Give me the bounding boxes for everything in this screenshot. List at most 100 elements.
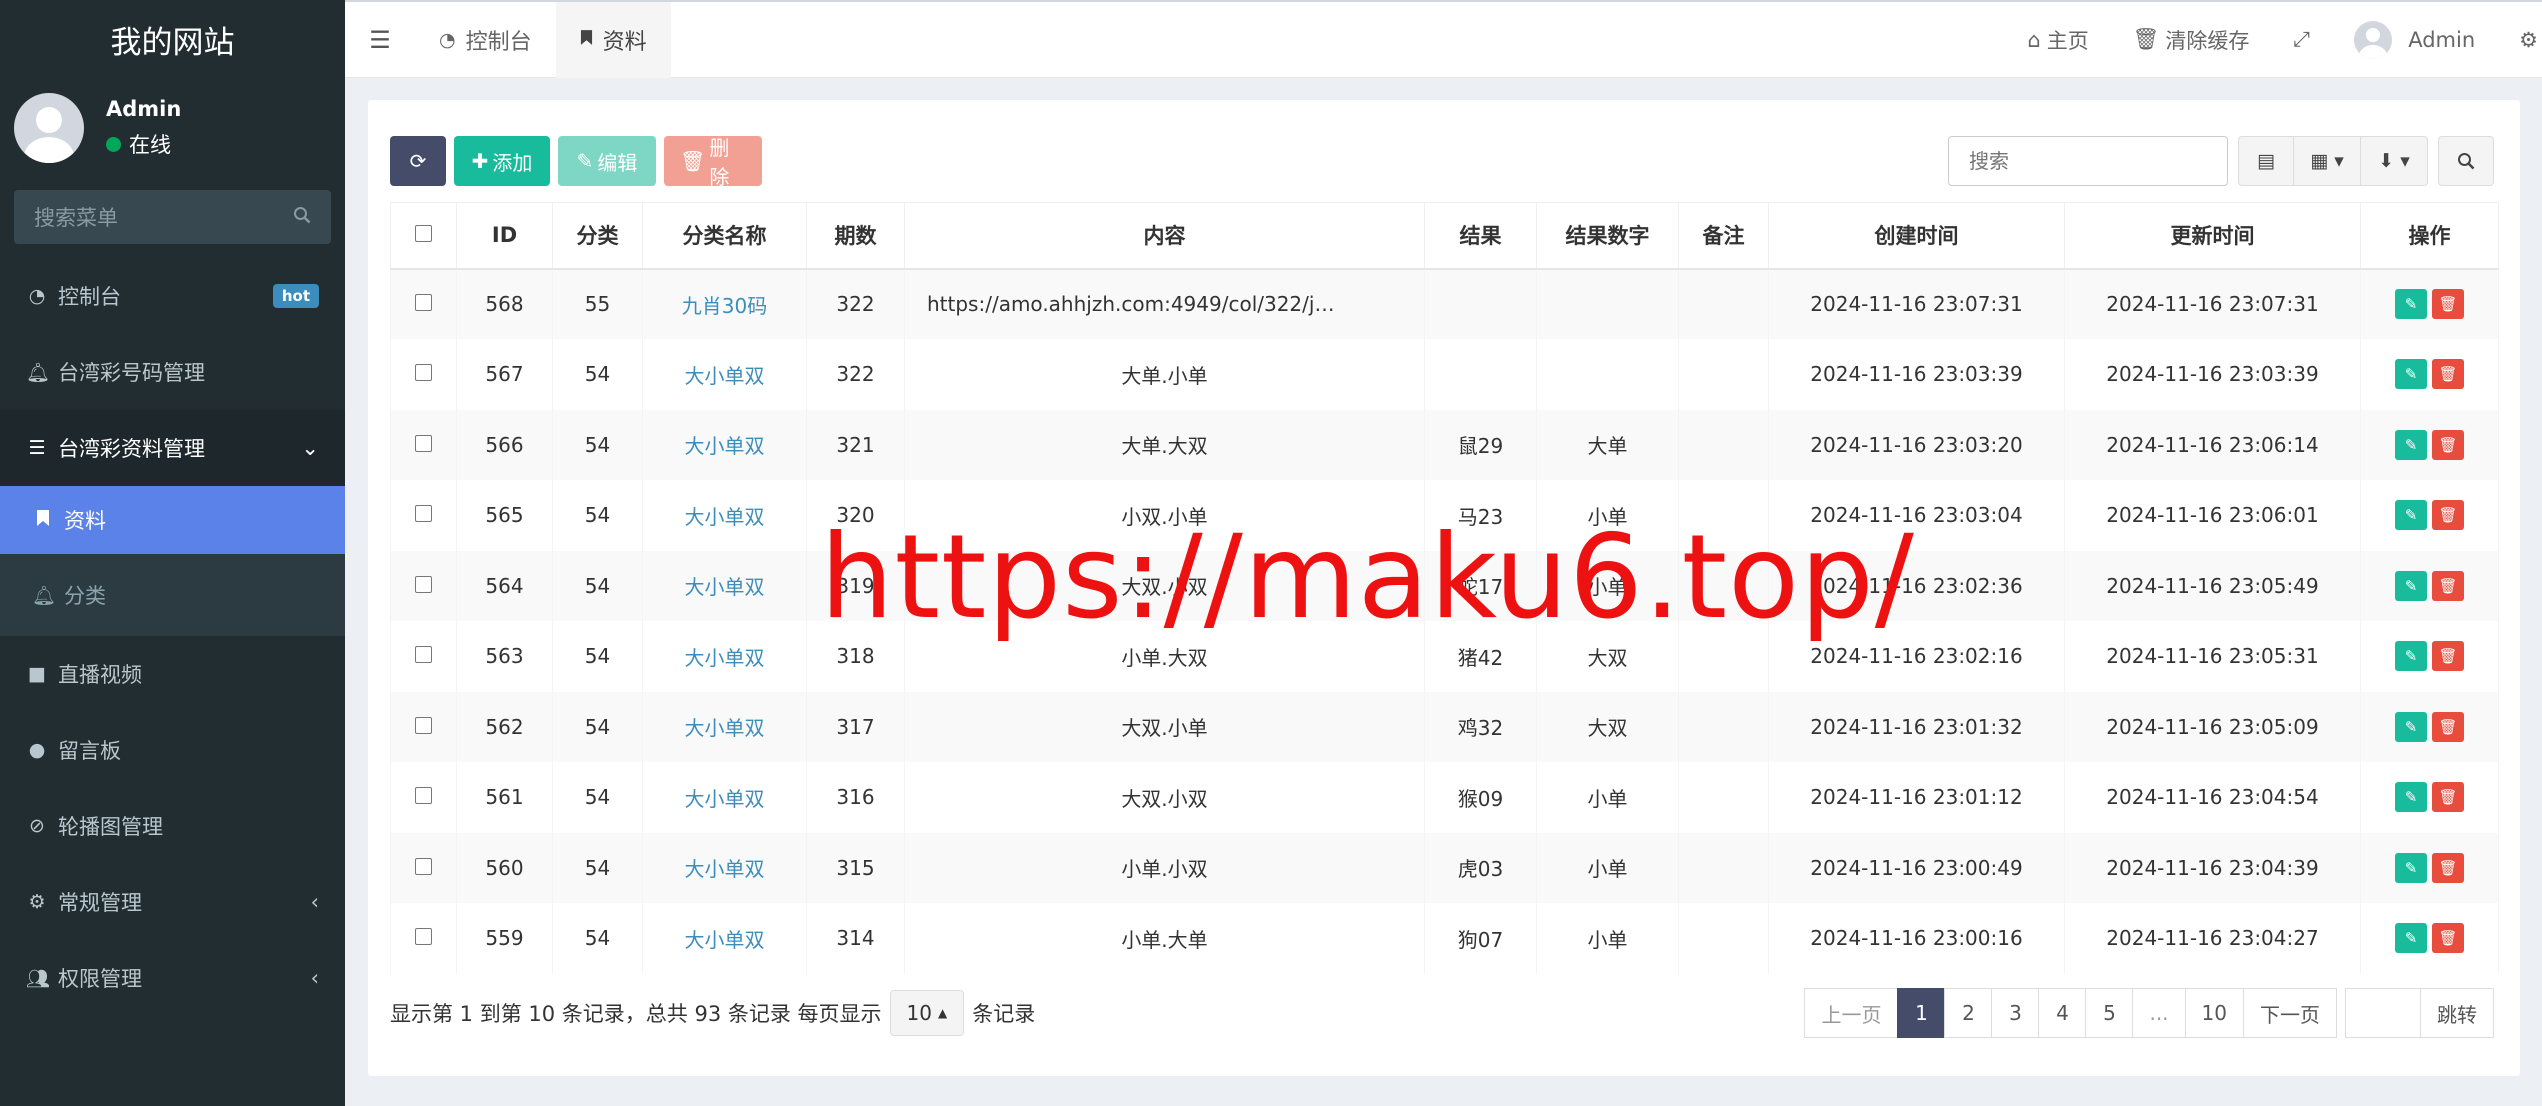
user-menu[interactable]: Admin [2332,20,2497,59]
page-button[interactable]: 2 [1944,988,1993,1038]
col-header[interactable]: 创建时间 [1768,202,2065,270]
next-page-button[interactable]: 下一页 [2243,988,2337,1038]
refresh-button[interactable]: ⟳ [390,136,446,186]
row-select-cell[interactable] [390,409,457,480]
checkbox[interactable] [415,857,432,875]
table-search-input[interactable] [1948,136,2228,186]
table-row[interactable]: 560 54 大小单双 315 小单.小双 虎03 小单 2024-11-16 23:00:4… [390,832,2499,903]
col-header[interactable]: ID [456,202,553,270]
gear-icon[interactable]: ⚙ [2497,28,2542,52]
checkbox[interactable] [415,434,432,452]
table-row[interactable]: 567 54 大小单双 322 大单.小单 2024-11-16 23:03:39 2024… [390,339,2499,410]
delete-row-icon[interactable]: 🗑︎ [2432,289,2464,320]
row-select-cell[interactable] [390,550,457,621]
checkbox[interactable] [415,225,432,243]
page-jump-input[interactable] [2345,988,2421,1038]
sidebar-item-tw-data[interactable]: ☰ 台湾彩资料管理 ⌄ [0,410,345,486]
cell-category-name[interactable]: 大小单双 [642,832,807,903]
checkbox[interactable] [415,787,432,805]
delete-button[interactable]: 🗑︎ 删除 [664,136,762,189]
page-button[interactable]: 5 [2085,988,2134,1038]
table-row[interactable]: 562 54 大小单双 317 大双.小单 鸡32 大双 2024-11-16 23:01:3… [390,691,2499,762]
delete-row-icon[interactable]: 🗑︎ [2432,500,2464,531]
sidebar-item-carousel[interactable]: ⊘ 轮播图管理 [0,788,345,864]
col-header[interactable]: 备注 [1678,202,1769,270]
cell-category-name[interactable]: 大小单双 [642,903,807,974]
checkbox[interactable] [415,928,432,946]
checkbox[interactable] [415,294,432,312]
table-row[interactable]: 559 54 大小单双 314 小单.大单 狗07 小单 2024-11-16 23:00:1… [390,903,2499,974]
row-select-cell[interactable] [390,903,457,974]
edit-button[interactable]: ✎ 编辑 [558,136,656,186]
row-select-cell[interactable] [390,480,457,551]
home-link[interactable]: ⌂ 主页 [2005,25,2110,55]
sidebar-item-general[interactable]: ⚙ 常规管理 ‹ [0,864,345,940]
delete-row-icon[interactable]: 🗑︎ [2432,641,2464,672]
col-header[interactable]: 分类名称 [642,202,807,270]
sidebar-item-tw-number[interactable]: 🔔︎ 台湾彩号码管理 [0,334,345,410]
edit-row-icon[interactable]: ✎ [2395,782,2427,813]
table-row[interactable]: 563 54 大小单双 318 小单.大双 猪42 大双 2024-11-16 23:02:1… [390,621,2499,692]
col-header[interactable]: 更新时间 [2064,202,2361,270]
col-header[interactable]: 结果数字 [1536,202,1679,270]
col-header[interactable]: 期数 [806,202,905,270]
row-select-cell[interactable] [390,832,457,903]
row-select-cell[interactable] [390,762,457,833]
cell-category-name[interactable]: 大小单双 [642,762,807,833]
edit-row-icon[interactable]: ✎ [2395,641,2427,672]
page-button[interactable]: 3 [1991,988,2040,1038]
select-all-checkbox[interactable] [390,202,457,270]
delete-row-icon[interactable]: 🗑︎ [2432,782,2464,813]
fullscreen-icon[interactable]: ⤢ [2271,27,2332,52]
edit-row-icon[interactable]: ✎ [2395,500,2427,531]
sidebar-item-category[interactable]: 🔔︎ 分类 [0,554,345,636]
page-button[interactable]: 10 [2184,988,2244,1038]
edit-row-icon[interactable]: ✎ [2395,429,2427,460]
list-view-icon[interactable]: ▤ [2238,136,2294,186]
edit-row-icon[interactable]: ✎ [2395,852,2427,883]
edit-row-icon[interactable]: ✎ [2395,711,2427,742]
sidebar-item-live-video[interactable]: ■ 直播视频 [0,636,345,712]
hamburger-icon[interactable]: ☰ [345,26,415,54]
col-header[interactable]: 分类 [552,202,643,270]
col-header[interactable]: 内容 [904,202,1425,270]
search-icon[interactable] [2438,136,2494,186]
search-icon[interactable] [293,205,311,229]
table-row[interactable]: 564 54 大小单双 319 大双.小双 蛇17 小单 2024-11-16 23:02:3… [390,550,2499,621]
checkbox[interactable] [415,505,432,523]
cell-category-name[interactable]: 九肖30码 [642,268,807,339]
delete-row-icon[interactable]: 🗑︎ [2432,570,2464,601]
delete-row-icon[interactable]: 🗑︎ [2432,923,2464,954]
brand-title[interactable]: 我的网站 [0,0,345,78]
row-select-cell[interactable] [390,268,457,339]
checkbox[interactable] [415,646,432,664]
edit-row-icon[interactable]: ✎ [2395,923,2427,954]
prev-page-button[interactable]: 上一页 [1804,988,1899,1038]
table-row[interactable]: 568 55 九肖30码 322 https://amo.ahhjzh.com:4949… [390,268,2499,339]
columns-icon[interactable]: ▦ ▾ [2293,136,2361,186]
delete-row-icon[interactable]: 🗑︎ [2432,711,2464,742]
edit-row-icon[interactable]: ✎ [2395,359,2427,390]
page-button[interactable]: 1 [1897,988,1946,1038]
sidebar-item-dashboard[interactable]: ◔ 控制台 hot [0,258,345,334]
cell-category-name[interactable]: 大小单双 [642,550,807,621]
delete-row-icon[interactable]: 🗑︎ [2432,359,2464,390]
tab-dashboard[interactable]: ◔ 控制台 [415,2,556,78]
delete-row-icon[interactable]: 🗑︎ [2432,852,2464,883]
edit-row-icon[interactable]: ✎ [2395,289,2427,320]
delete-row-icon[interactable]: 🗑︎ [2432,429,2464,460]
sidebar-item-permissions[interactable]: 👥︎ 权限管理 ‹ [0,940,345,1016]
page-jump-button[interactable]: 跳转 [2420,988,2494,1038]
table-row[interactable]: 565 54 大小单双 320 小双.小单 马23 小单 2024-11-16 23:03:0… [390,480,2499,551]
checkbox[interactable] [415,364,432,382]
row-select-cell[interactable] [390,621,457,692]
sidebar-item-message-board[interactable]: ● 留言板 [0,712,345,788]
row-select-cell[interactable] [390,339,457,410]
add-button[interactable]: ✚ 添加 [454,136,550,186]
menu-search-input[interactable]: 搜索菜单 [14,190,331,244]
cell-category-name[interactable]: 大小单双 [642,409,807,480]
cell-category-name[interactable]: 大小单双 [642,691,807,762]
table-row[interactable]: 566 54 大小单双 321 大单.大双 鼠29 大单 2024-11-16 23:03:2… [390,409,2499,480]
cell-category-name[interactable]: 大小单双 [642,621,807,692]
checkbox[interactable] [415,575,432,593]
